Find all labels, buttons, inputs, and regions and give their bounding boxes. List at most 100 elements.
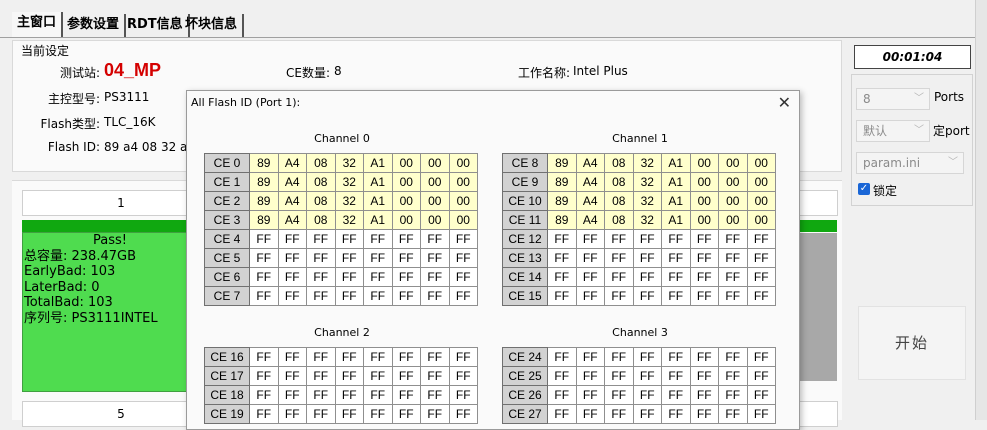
flash-id-byte: 89 [547, 191, 577, 211]
flash-id-byte: FF [249, 347, 279, 367]
ce-label: CE 14 [502, 267, 548, 287]
ce-label: CE 0 [204, 153, 250, 173]
port-4-status-panel [797, 233, 837, 381]
lock-checkbox[interactable]: ✓ [858, 183, 870, 195]
flash-id-byte: FF [547, 404, 577, 424]
flash-id-byte: FF [363, 267, 393, 287]
flash-id-byte: FF [689, 286, 719, 306]
ce-label: CE 25 [502, 366, 548, 386]
flash-id-byte: A4 [575, 191, 605, 211]
table-row: CE 6 FF FF FF FF FF FF FF FF [204, 267, 478, 287]
flash-id-byte: FF [420, 267, 450, 287]
flash-id-byte: FF [363, 404, 393, 424]
flash-id-byte: FF [746, 347, 776, 367]
flash-id-byte: FF [547, 347, 577, 367]
flash-id-byte: FF [334, 267, 364, 287]
flash-id-byte: FF [363, 347, 393, 367]
channel-2-table: CE 16 FF FF FF FF FF FF FF FF CE 17 FF FF FF FF FF FF FF… [204, 347, 478, 424]
ce-label: CE 27 [502, 404, 548, 424]
flash-id-byte: FF [306, 229, 336, 249]
ports-select[interactable]: 8 ﹀ [856, 88, 930, 110]
table-row: CE 24 FF FF FF FF FF FF FF FF [502, 347, 776, 367]
flash-id-byte: FF [391, 366, 421, 386]
ce-label: CE 6 [204, 267, 250, 287]
tab-parameter-settings[interactable]: 参数设置 [62, 14, 127, 38]
flash-id-byte: A1 [363, 172, 393, 192]
flash-id-byte: 00 [420, 172, 450, 192]
flash-id-byte: FF [661, 286, 691, 306]
flash-id-byte: FF [575, 248, 605, 268]
serial-number: 序列号: PS3111INTEL [24, 310, 158, 326]
flash-id-byte: 00 [391, 191, 421, 211]
ce-label: CE 1 [204, 172, 250, 192]
flash-id-byte: FF [718, 248, 748, 268]
ce-label: CE 11 [502, 210, 548, 230]
flash-id-byte: 32 [334, 172, 364, 192]
flash-id-byte: A4 [277, 210, 307, 230]
default-select[interactable]: 默认 ﹀ [856, 120, 930, 142]
flash-id-byte: FF [363, 248, 393, 268]
table-row: CE 15 FF FF FF FF FF FF FF FF [502, 286, 776, 306]
flash-id-byte: A4 [277, 153, 307, 173]
controller-value: PS3111 [104, 90, 150, 104]
flash-id-byte: FF [249, 229, 279, 249]
flash-id-byte: FF [334, 248, 364, 268]
chevron-down-icon: ﹀ [948, 157, 958, 168]
flash-id-byte: A1 [363, 210, 393, 230]
ce-label: CE 3 [204, 210, 250, 230]
flash-id-byte: FF [604, 385, 634, 405]
table-row: CE 4 FF FF FF FF FF FF FF FF [204, 229, 478, 249]
table-row: CE 27 FF FF FF FF FF FF FF FF [502, 404, 776, 424]
ports-select-value: 8 [863, 92, 871, 106]
flash-id-byte: 00 [746, 210, 776, 230]
start-button[interactable]: 开始 [858, 306, 966, 380]
table-row: CE 11 89 A4 08 32 A1 00 00 00 [502, 210, 776, 230]
flash-id-byte: 32 [632, 191, 662, 211]
flash-id-byte: FF [604, 248, 634, 268]
dialog-title: All Flash ID (Port 1): [191, 96, 301, 109]
flash-id-byte: A1 [661, 210, 691, 230]
work-name-value: Intel Plus [573, 64, 628, 78]
flash-id-byte: 00 [448, 210, 478, 230]
table-row: CE 16 FF FF FF FF FF FF FF FF [204, 347, 478, 367]
controller-label: 主控型号: [47, 92, 100, 106]
table-row: CE 3 89 A4 08 32 A1 00 00 00 [204, 210, 478, 230]
ce-count-label: CE数量: [285, 66, 330, 80]
tab-main-window[interactable]: 主窗口 [12, 12, 64, 38]
flash-id-byte: FF [689, 229, 719, 249]
param-file-select[interactable]: param.ini ﹀ [856, 152, 964, 174]
flash-id-byte: FF [632, 366, 662, 386]
flash-id-byte: A4 [575, 210, 605, 230]
flash-id-byte: FF [746, 366, 776, 386]
table-row: CE 19 FF FF FF FF FF FF FF FF [204, 404, 478, 424]
flash-id-byte: FF [249, 366, 279, 386]
flash-id-byte: FF [746, 248, 776, 268]
station-value: 04_MP [104, 60, 162, 80]
flash-id-byte: FF [604, 229, 634, 249]
flash-id-byte: FF [420, 229, 450, 249]
flash-id-byte: FF [575, 366, 605, 386]
later-bad-count: LaterBad: 0 [24, 279, 100, 295]
flash-id-byte: FF [306, 248, 336, 268]
flash-id-byte: FF [277, 229, 307, 249]
tab-bad-block-info[interactable]: 坏块信息 [180, 14, 245, 38]
fixed-port-label: 定port [933, 124, 970, 138]
flash-id-byte: 89 [249, 210, 279, 230]
flash-id-byte: FF [448, 286, 478, 306]
ce-label: CE 19 [204, 404, 250, 424]
chevron-down-icon: ﹀ [914, 93, 924, 104]
close-icon[interactable]: ✕ [778, 93, 791, 112]
flash-id-byte: 32 [632, 153, 662, 173]
flash-id-byte: 00 [718, 210, 748, 230]
flash-id-byte: FF [632, 229, 662, 249]
flash-id-byte: A1 [661, 153, 691, 173]
ce-label: CE 2 [204, 191, 250, 211]
flash-id-byte: 00 [448, 153, 478, 173]
flash-id-byte: A1 [661, 191, 691, 211]
flash-id-byte: FF [334, 404, 364, 424]
port-1-status-panel: Pass! 总容量: 238.47GB EarlyBad: 103 LaterB… [22, 232, 197, 392]
flash-id-byte: 08 [604, 191, 634, 211]
flash-id-byte: FF [718, 366, 748, 386]
flash-id-byte: FF [391, 286, 421, 306]
flash-id-byte: FF [718, 267, 748, 287]
